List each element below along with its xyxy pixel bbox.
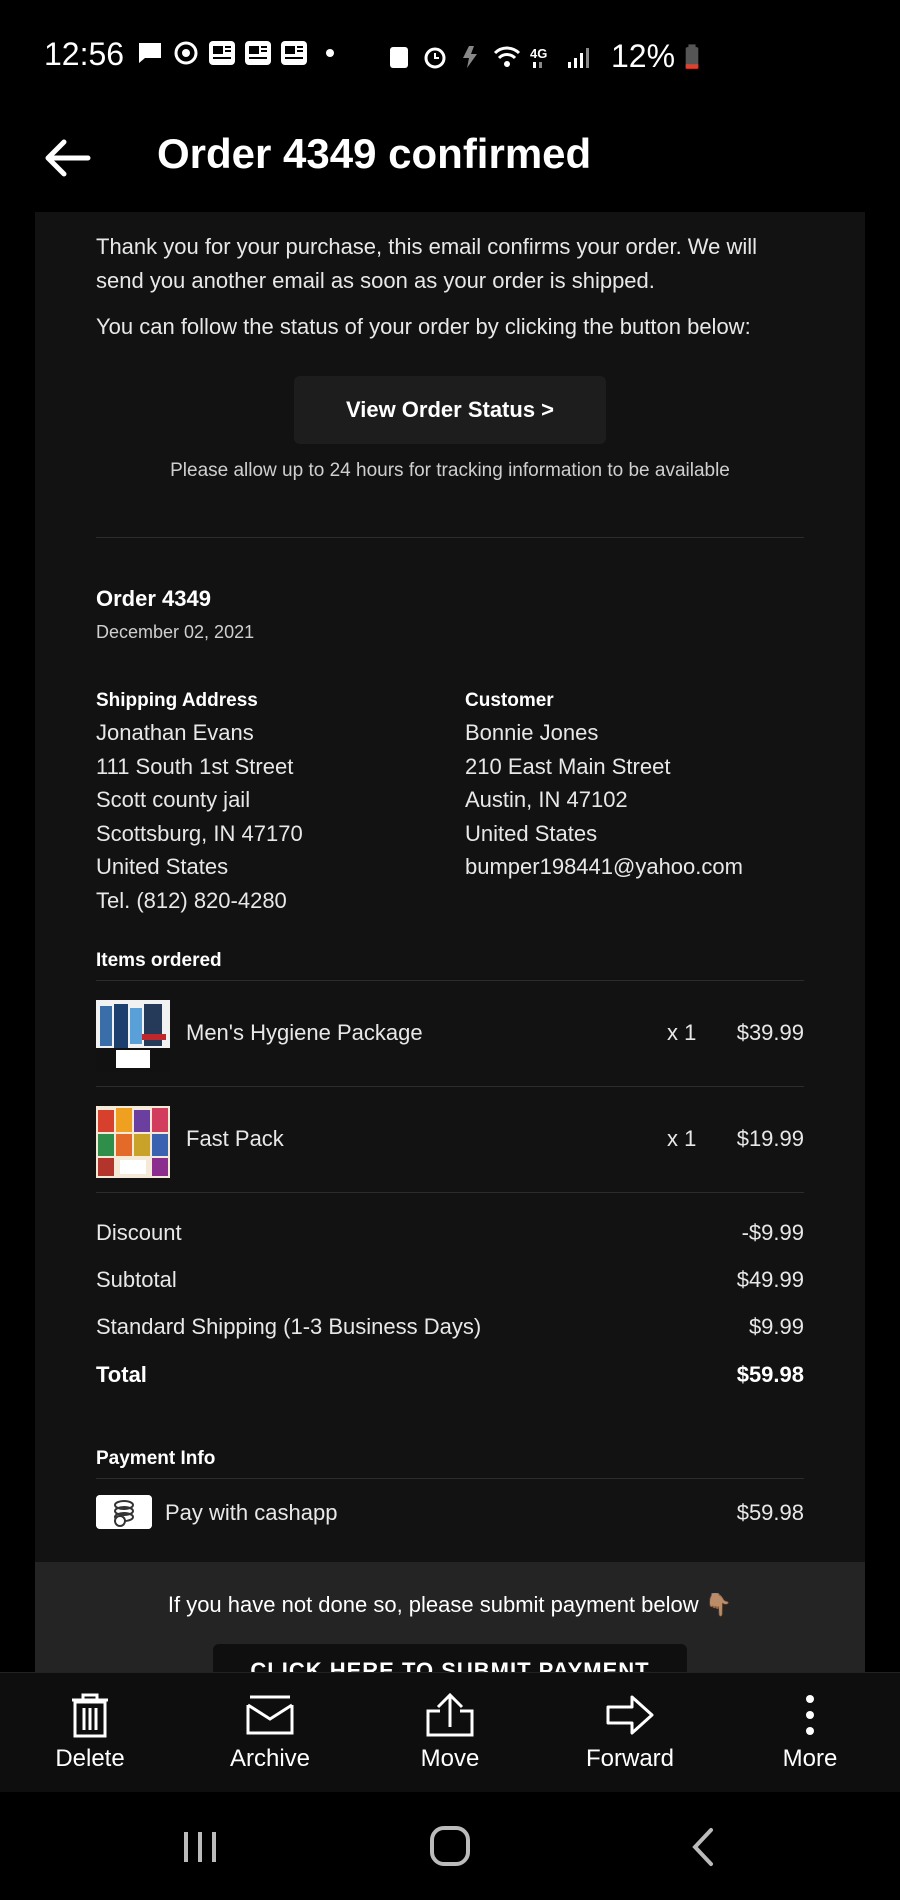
wifi-icon: [493, 46, 521, 67]
trash-icon: [72, 1693, 108, 1738]
home-icon[interactable]: [420, 1822, 480, 1872]
payment-amount: $59.98: [736, 1500, 804, 1525]
customer-line: 210 East Main Street: [465, 753, 671, 779]
view-order-status-button[interactable]: View Order Status >: [294, 376, 606, 444]
back-arrow-icon[interactable]: [38, 130, 94, 186]
shipping-address-heading: Shipping Address: [96, 690, 258, 711]
status-time: 12:56: [44, 36, 125, 72]
email-body: Thank you for your purchase, this email …: [35, 212, 865, 1672]
shipping-line: 111 South 1st Street: [96, 753, 294, 779]
message-icon: [139, 43, 161, 63]
customer-line: Austin, IN 47102: [465, 787, 628, 812]
item-name: Men's Hygiene Package: [186, 1020, 423, 1045]
payment-info-heading: Payment Info: [96, 1448, 216, 1469]
cash-coins-icon: [96, 1495, 152, 1529]
recycle-icon: [390, 46, 408, 68]
discount-value: -$9.99: [741, 1220, 804, 1245]
battery-icon: [685, 43, 699, 69]
submit-payment-button[interactable]: CLICK HERE TO SUBMIT PAYMENT: [213, 1644, 687, 1672]
follow-text: You can follow the status of your order …: [96, 314, 751, 339]
more-vertical-icon: [806, 1695, 814, 1735]
notification-icons: [136, 40, 344, 66]
subtotal-row: Subtotal $49.99: [96, 1267, 804, 1293]
item-quantity: x 1: [667, 1020, 697, 1045]
move-label: Move: [420, 1745, 480, 1772]
shipping-line: Jonathan Evans: [96, 720, 254, 745]
archive-icon: [246, 1695, 294, 1735]
total-row: Total $59.98: [96, 1362, 804, 1388]
item-quantity: x 1: [667, 1126, 697, 1151]
svg-text:4G: 4G: [530, 46, 547, 61]
news-icon: [209, 41, 235, 65]
product-image: [96, 1106, 170, 1178]
4g-lte-icon: 4G: [530, 46, 547, 68]
shipping-line: Tel. (812) 820-4280: [96, 887, 287, 913]
signal-icon: [568, 47, 589, 68]
order-date: December 02, 2021: [96, 622, 255, 642]
shipping-value: $9.99: [748, 1314, 804, 1339]
customer-info: Customer Bonnie Jones 210 East Main Stre…: [465, 686, 743, 884]
payment-method: Pay with cashapp: [165, 1500, 338, 1525]
list-item[interactable]: Fast Pack x 1 $19.99: [96, 1086, 804, 1192]
shipping-line: United States: [96, 854, 229, 879]
item-price: $19.99: [736, 1126, 804, 1151]
customer-line: United States: [465, 820, 598, 846]
total-value: $59.98: [736, 1362, 804, 1387]
divider: [96, 537, 804, 538]
product-image: [96, 1000, 170, 1072]
recent-apps-icon[interactable]: [170, 1822, 230, 1872]
charging-icon: [463, 45, 477, 68]
total-label: Total: [96, 1362, 147, 1387]
forward-arrow-icon: [606, 1695, 654, 1735]
discount-row: Discount -$9.99: [96, 1220, 804, 1246]
order-title: Order 4349: [96, 586, 211, 611]
move-button[interactable]: Move: [380, 1691, 520, 1773]
email-action-toolbar: Delete Archive Move Forward More: [0, 1672, 900, 1792]
shipping-address: Shipping Address Jonathan Evans 111 Sout…: [96, 686, 303, 917]
list-item[interactable]: Men's Hygiene Package x 1 $39.99: [96, 980, 804, 1086]
forward-button[interactable]: Forward: [560, 1691, 700, 1773]
system-navigation-bar: [0, 1792, 900, 1900]
subtotal-label: Subtotal: [96, 1267, 177, 1292]
shipping-line: Scottsburg, IN 47170: [96, 820, 303, 846]
discount-label: Discount: [96, 1220, 182, 1245]
delete-button[interactable]: Delete: [20, 1691, 160, 1773]
submit-note: If you have not done so, please submit p…: [167, 1592, 733, 1617]
forward-label: Forward: [585, 1745, 675, 1772]
move-folder-icon: [426, 1692, 474, 1737]
item-price: $39.99: [736, 1020, 804, 1045]
submit-payment-section: If you have not done so, please submit p…: [35, 1562, 865, 1672]
archive-label: Archive: [229, 1745, 311, 1772]
battery-percent: 12%: [611, 38, 676, 74]
items-ordered-heading: Items ordered: [96, 950, 222, 971]
divider: [96, 1192, 804, 1193]
subtotal-value: $49.99: [736, 1267, 804, 1292]
tracking-note: Please allow up to 24 hours for tracking…: [170, 460, 730, 481]
more-label: More: [782, 1745, 838, 1772]
shipping-row: Standard Shipping (1-3 Business Days) $9…: [96, 1314, 804, 1340]
customer-heading: Customer: [465, 690, 554, 711]
sync-icon: [174, 41, 198, 65]
customer-line: Bonnie Jones: [465, 720, 599, 745]
news-icon: [281, 41, 307, 65]
item-name: Fast Pack: [186, 1126, 284, 1151]
news-icon: [245, 41, 271, 65]
alarm-icon: [424, 47, 446, 68]
status-bar: 12:56 4G 12%: [0, 0, 900, 110]
dot-icon: [326, 49, 334, 57]
archive-button[interactable]: Archive: [200, 1691, 340, 1773]
page-title: Order 4349 confirmed: [157, 130, 592, 177]
delete-label: Delete: [55, 1745, 125, 1772]
divider: [96, 1478, 804, 1479]
app-header: Order 4349 confirmed: [0, 110, 900, 212]
back-icon[interactable]: [675, 1822, 735, 1872]
customer-email-link[interactable]: bumper198441@yahoo.com: [465, 850, 743, 884]
shipping-label: Standard Shipping (1-3 Business Days): [96, 1314, 482, 1339]
more-button[interactable]: More: [740, 1691, 880, 1773]
intro-text: Thank you for your purchase, this email …: [96, 234, 758, 293]
shipping-line: Scott county jail: [96, 787, 251, 812]
system-icons: 4G 12%: [385, 38, 701, 75]
